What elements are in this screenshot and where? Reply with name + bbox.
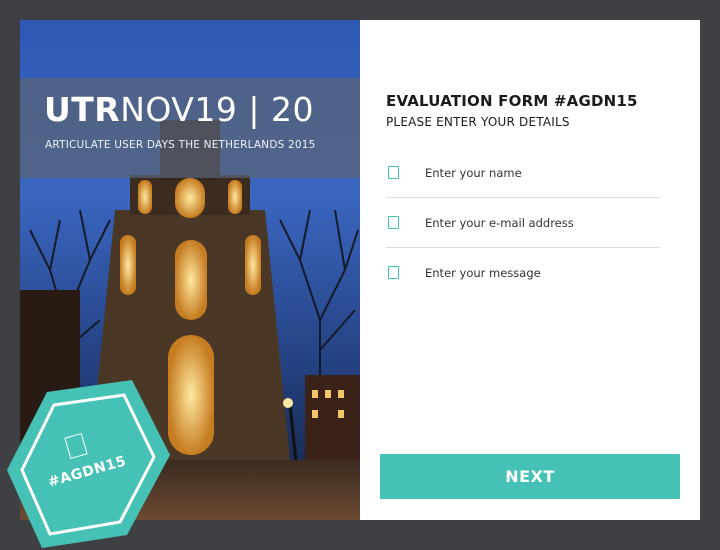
message-field-placeholder[interactable]: Enter your message (425, 266, 541, 280)
form-title: EVALUATION FORM #AGDN15 (386, 92, 638, 110)
next-button[interactable]: NEXT (380, 454, 680, 499)
event-subtitle: ARTICULATE USER DAYS THE NETHERLANDS 201… (45, 139, 316, 151)
hashtag-badge: #AGDN15 (2, 380, 172, 550)
title-band: UTRNOV19 | 20 ARTICULATE USER DAYS THE N… (20, 78, 360, 178)
checkbox-icon[interactable] (388, 266, 399, 279)
email-field-placeholder[interactable]: Enter your e-mail address (425, 216, 574, 230)
name-field-placeholder[interactable]: Enter your name (425, 166, 522, 180)
name-field[interactable]: Enter your name (386, 158, 660, 198)
slide-frame: UTRNOV19 | 20 ARTICULATE USER DAYS THE N… (7, 20, 700, 548)
event-title-bold: UTR (44, 90, 121, 129)
form-subtitle: PLEASE ENTER YOUR DETAILS (386, 115, 570, 129)
event-title-rest: NOV19 | 20 (120, 90, 314, 129)
event-title: UTRNOV19 | 20 (44, 90, 314, 129)
checkbox-icon[interactable] (388, 216, 399, 229)
message-field[interactable]: Enter your message (386, 258, 660, 298)
email-field[interactable]: Enter your e-mail address (386, 208, 660, 248)
checkbox-icon[interactable] (388, 166, 399, 179)
